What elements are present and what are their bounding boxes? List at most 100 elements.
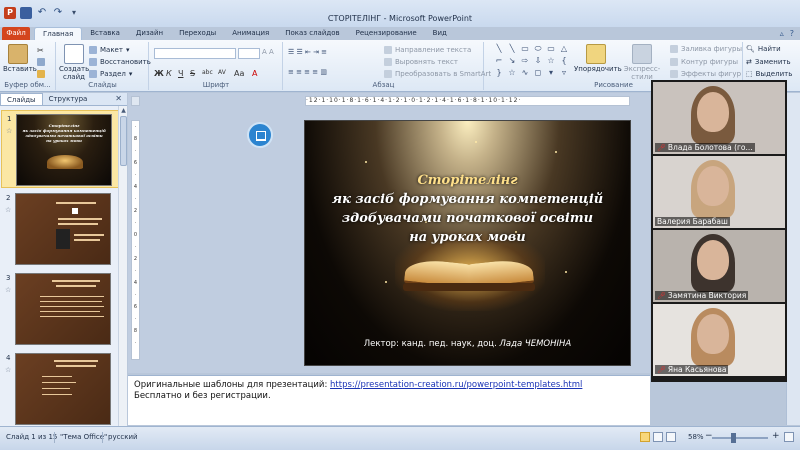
help-icon[interactable]: ? [790, 29, 794, 38]
slide-thumbnail-3[interactable]: 3 ☆ [1, 270, 119, 348]
shape-outline-button[interactable]: Контур фигуры [670, 58, 738, 66]
notes-pane[interactable]: Оригинальные шаблоны для презентаций: ht… [128, 375, 650, 425]
shape-oval-icon[interactable]: ⬭ [533, 44, 543, 54]
participant-tile[interactable]: 🎤︎ Замятина Виктория [653, 230, 785, 302]
strikethrough-button[interactable]: S [190, 69, 195, 78]
align-text-button[interactable]: Выровнять текст [384, 58, 458, 66]
slide-thumbnail-2[interactable]: 2 ☆ [1, 190, 119, 268]
mic-muted-icon: 🎤︎ [657, 365, 666, 374]
shapes-gallery[interactable]: ╲ ╲ ▭ ⬭ ▭ △ ⌐ ↘ ⇨ ⇩ ☆{ } ☆ ∿ ◻ ▾ ▿ [494, 44, 569, 78]
replace-button[interactable]: ⇄ Заменить [746, 58, 791, 66]
zoom-level[interactable]: 58% [688, 433, 704, 441]
slide-sorter-button[interactable] [653, 432, 663, 442]
language-indicator[interactable]: русский [108, 433, 138, 441]
slide-thumbnail-4[interactable]: 4 ☆ [1, 350, 119, 426]
change-case-button[interactable]: Aa [234, 69, 244, 78]
find-button[interactable]: 🔍︎ Найти [746, 45, 781, 53]
shadow-button[interactable]: abc [202, 69, 213, 76]
theme-name[interactable]: "Тема Office" [60, 433, 107, 441]
tab-insert[interactable]: Вставка [82, 27, 128, 40]
shape-star-icon[interactable]: ☆ [546, 56, 556, 66]
slides-pane-scrollbar[interactable]: ▲ [118, 106, 127, 426]
tab-home[interactable]: Главная [34, 27, 83, 40]
tab-transitions[interactable]: Переходы [171, 27, 224, 40]
close-pane-icon[interactable]: ✕ [115, 93, 122, 105]
shape-rect-icon[interactable]: ▭ [546, 44, 556, 54]
scroll-thumb[interactable] [120, 116, 127, 166]
tab-animation[interactable]: Анимация [224, 27, 277, 40]
font-name-input[interactable] [154, 48, 236, 59]
shape-more-icon[interactable]: ▿ [559, 68, 569, 78]
shape-arrow-icon[interactable]: ↘ [507, 56, 517, 66]
arrange-button[interactable]: Упорядочить [574, 44, 622, 73]
text-direction-icon [384, 46, 392, 54]
zoom-out-button[interactable]: − [705, 431, 713, 441]
cut-button[interactable]: ✂ [37, 46, 45, 55]
normal-view-button[interactable] [640, 432, 650, 442]
underline-button[interactable]: Ч [178, 69, 183, 78]
new-slide-button[interactable]: Создать слайд [59, 44, 89, 81]
bold-button[interactable]: Ж [154, 69, 164, 78]
templates-link[interactable]: https://presentation-creation.ru/powerpo… [330, 380, 582, 390]
shape-effects-button[interactable]: Эффекты фигур [670, 70, 741, 78]
slide-thumbnail-1[interactable]: 1 ☆ Сторітелінг як засіб формування комп… [1, 110, 119, 188]
shape-curve-icon[interactable]: ∿ [520, 68, 530, 78]
quick-styles-button[interactable]: Экспресс-стили [614, 44, 670, 81]
section-button[interactable]: Раздел ▾ [89, 70, 132, 78]
shape-triangle-icon[interactable]: △ [559, 44, 569, 54]
paste-button[interactable]: Вставить [3, 44, 37, 73]
reading-view-button[interactable] [666, 432, 676, 442]
slide-scrollbar[interactable] [786, 93, 800, 425]
tab-view[interactable]: Вид [425, 27, 455, 40]
slide-lecturer[interactable]: Лектор: канд. пед. наук, доц. Лада ЧЕМОН… [305, 339, 630, 349]
brush-icon [37, 70, 45, 78]
layout-button[interactable]: Макет ▾ [89, 46, 129, 54]
shape-callout-icon[interactable]: ◻ [533, 68, 543, 78]
zoom-slider-knob[interactable] [731, 433, 736, 443]
shape-arrow-icon[interactable]: ⇩ [533, 56, 543, 66]
copy-button[interactable] [37, 58, 45, 66]
font-grow-shrink[interactable]: A A [262, 48, 274, 56]
reset-button[interactable]: Восстановить [89, 58, 151, 66]
italic-button[interactable]: К [166, 69, 172, 78]
shape-more-icon[interactable]: ▾ [546, 68, 556, 78]
tab-outline[interactable]: Структура [43, 93, 94, 105]
char-spacing-button[interactable]: AV [218, 69, 226, 76]
align-buttons[interactable]: ≡ ≡ ≡ ≡ ▥ [288, 68, 327, 76]
zoom-slider[interactable] [712, 437, 768, 439]
slides-pane[interactable]: 1 ☆ Сторітелінг як засіб формування комп… [0, 106, 127, 426]
shape-line-icon[interactable]: ╲ [507, 44, 517, 54]
participant-tile[interactable]: Валерия Барабаш [653, 156, 785, 228]
select-button[interactable]: ⬚ Выделить [746, 70, 792, 78]
presenter-view-icon[interactable] [247, 122, 273, 148]
participant-tile[interactable]: 🎤︎ Влада Болотова (го... [653, 82, 785, 154]
file-tab[interactable]: Файл [2, 27, 30, 40]
participant-tile[interactable]: 🎤︎ Яна Касьянова [653, 304, 785, 376]
slide-title[interactable]: Сторітелінг як засіб формування компетен… [315, 171, 620, 247]
shape-brace-icon[interactable]: { [559, 56, 569, 66]
list-buttons[interactable]: ☰ ☰ ⇤ ⇥ ≡ [288, 48, 327, 56]
tab-slides[interactable]: Слайды [0, 93, 43, 105]
shape-arrow-icon[interactable]: ⇨ [520, 56, 530, 66]
tab-design[interactable]: Дизайн [128, 27, 171, 40]
shape-rect-icon[interactable]: ▭ [520, 44, 530, 54]
zoom-in-button[interactable]: + [772, 431, 780, 441]
font-size-input[interactable] [238, 48, 260, 59]
font-color-button[interactable]: A [252, 69, 257, 78]
minimize-ribbon-icon[interactable]: ▵ [780, 29, 784, 38]
fit-to-window-button[interactable] [784, 432, 794, 442]
shape-line-icon[interactable]: ╲ [494, 44, 504, 54]
shape-star-icon[interactable]: ☆ [507, 68, 517, 78]
shape-connector-icon[interactable]: ⌐ [494, 56, 504, 66]
participant-face [697, 240, 729, 280]
shape-brace-icon[interactable]: } [494, 68, 504, 78]
smartart-button[interactable]: Преобразовать в SmartArt [384, 70, 491, 78]
format-painter-button[interactable] [37, 70, 45, 78]
shape-fill-button[interactable]: Заливка фигуры [670, 45, 742, 53]
scroll-up-icon[interactable]: ▲ [119, 106, 127, 115]
text-direction-button[interactable]: Направление текста [384, 46, 471, 54]
tab-review[interactable]: Рецензирование [348, 27, 425, 40]
sparkle [565, 271, 567, 273]
tab-slideshow[interactable]: Показ слайдов [277, 27, 347, 40]
current-slide[interactable]: Сторітелінг як засіб формування компетен… [304, 120, 631, 366]
